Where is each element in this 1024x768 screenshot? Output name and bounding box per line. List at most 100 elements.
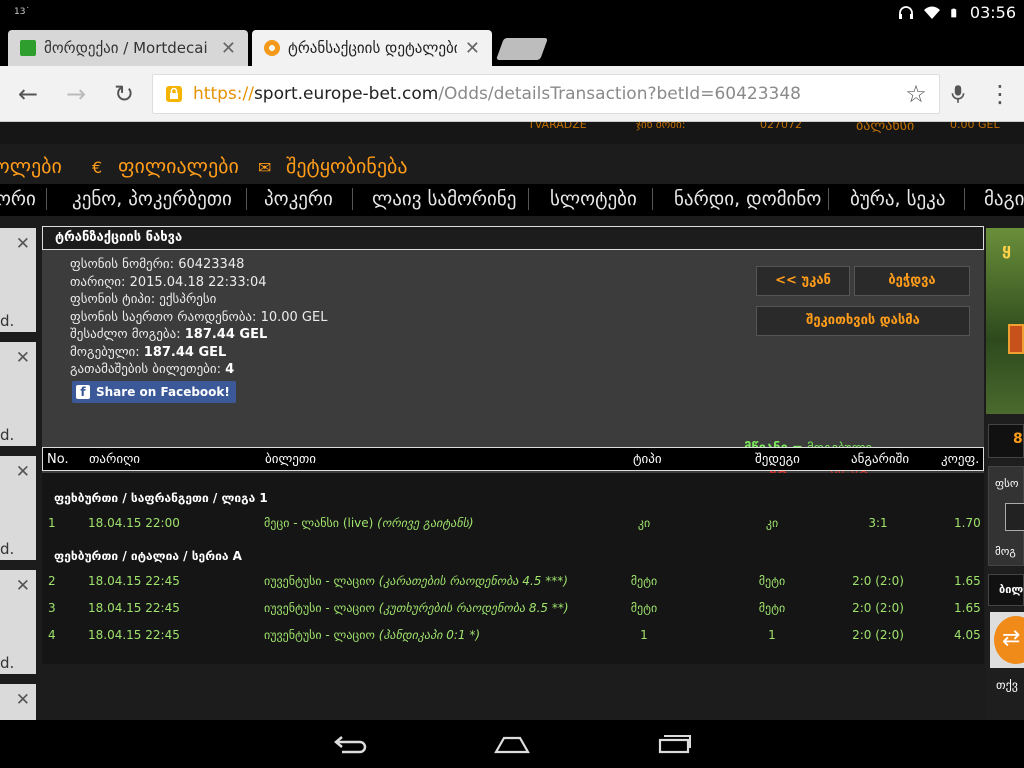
close-icon[interactable]: ✕	[16, 234, 30, 254]
cell-score: 2:0 (2:0)	[852, 628, 904, 642]
reload-icon[interactable]: ↻	[108, 78, 140, 110]
browser-toolbar: ← → ↻ https://sport.europe-bet.com/Odds/…	[0, 66, 1024, 122]
close-icon[interactable]: ✕	[465, 38, 480, 59]
side-button-label: 8	[1013, 431, 1023, 447]
col-header: ტიპი	[633, 452, 662, 467]
close-icon[interactable]: ✕	[16, 576, 30, 596]
new-tab-button[interactable]	[495, 38, 549, 60]
video-favicon-icon	[20, 40, 36, 56]
side-section-label: ბილ	[999, 583, 1024, 596]
banner-shape	[1008, 324, 1024, 354]
match-name: იუვენტუსი - ლაციო	[264, 574, 379, 588]
forward-arrow-icon[interactable]: →	[60, 78, 92, 110]
nav-item-nardi[interactable]: ნარდი, დომინო	[674, 188, 821, 210]
facebook-share-button[interactable]: f Share on Facebook!	[72, 381, 236, 403]
pin-label: ჯინ შომი:	[636, 122, 686, 131]
side-button[interactable]: 8	[988, 424, 1024, 458]
nav-item-live-casino[interactable]: ლაივ სამორინე	[372, 188, 516, 210]
nav-separator	[46, 188, 47, 210]
nav-separator	[652, 188, 653, 210]
status-icons: 03:56	[898, 3, 1016, 22]
browser-tab[interactable]: მორდექაი / Mortdecai (201 ✕	[8, 30, 248, 66]
transaction-panel: ტრანზაქციის ნახვა ფსონის ნომერი: 6042334…	[42, 226, 984, 664]
side-notification: ✕	[0, 684, 36, 720]
menu-item-branches[interactable]: ფილიალები	[118, 154, 239, 178]
info-label: ფსონის საერთო რაოდენობა:	[70, 309, 257, 325]
address-bar[interactable]: https://sport.europe-bet.com/Odds/detail…	[152, 74, 940, 114]
cell-result: მეტი	[758, 574, 786, 588]
side-widget[interactable]: ⇄	[990, 612, 1024, 668]
right-sidebar: ყ 8 ფსო მოგ ბილ ⇄ თქვ	[986, 228, 1024, 720]
nav-item-sport[interactable]: ორი	[0, 188, 36, 210]
microphone-icon[interactable]	[942, 78, 974, 110]
info-label: გათამაშების ბილეთები:	[70, 362, 222, 377]
lock-icon	[166, 86, 182, 102]
back-button[interactable]: << უკან	[756, 266, 850, 296]
info-value: 60423348	[178, 257, 245, 272]
group-title: ფეხბურთი / საფრანგეთი / ლიგა 1	[54, 491, 268, 505]
close-icon[interactable]: ✕	[16, 690, 30, 710]
top-menu: ოლები € ფილიალები ✉ შეტყობინება	[0, 152, 1024, 184]
cell-score: 2:0 (2:0)	[852, 574, 904, 588]
url-text: https://sport.europe-bet.com/Odds/detail…	[193, 84, 801, 104]
close-icon[interactable]: ✕	[16, 462, 30, 482]
euro-icon: €	[92, 158, 103, 177]
nav-item-slots[interactable]: სლოტები	[550, 188, 637, 210]
close-icon[interactable]: ✕	[16, 348, 30, 368]
side-notification: ✕ d.	[0, 342, 36, 450]
side-notification: ✕ d.	[0, 570, 36, 678]
match-name: იუვენტუსი - ლაციო	[264, 628, 379, 642]
panel-title: ტრანზაქციის ნახვა	[42, 226, 984, 250]
cell-type: კი	[637, 516, 651, 530]
nav-item-more[interactable]: მაგი	[984, 188, 1024, 210]
menu-item-rules[interactable]: ოლები	[0, 154, 62, 178]
info-value: 187.44 GEL	[184, 327, 268, 342]
promo-banner[interactable]: ყ	[986, 228, 1024, 414]
info-label: ფსონის ნომერი:	[70, 257, 175, 272]
info-value: 10.00 GEL	[260, 309, 328, 325]
col-header: ბილეთი	[265, 452, 317, 467]
col-header: თარიღი	[89, 452, 141, 467]
clock: 03:56	[969, 3, 1016, 22]
nav-separator	[352, 188, 353, 210]
info-line: მოგებული: 187.44 GEL	[70, 344, 327, 362]
info-label: მოგებული:	[70, 344, 140, 360]
menu-item-messages[interactable]: შეტყობინება	[286, 154, 407, 178]
nav-item-poker[interactable]: პოკერი	[264, 188, 333, 210]
info-line: ფსონის ნომერი: 60423348	[70, 256, 327, 274]
tab-strip: მორდექაი / Mortdecai (201 ✕ ტრანსაქციის …	[0, 26, 1024, 66]
match-name: იუვენტუსი - ლაციო	[264, 601, 379, 615]
cell-odds: 1.70	[954, 516, 981, 530]
nav-separator	[246, 188, 247, 210]
info-value: 187.44 GEL	[143, 344, 227, 360]
side-form-input[interactable]	[1005, 503, 1024, 531]
side-label: თქვ	[996, 678, 1018, 692]
info-label: თარიღი:	[70, 274, 126, 290]
nav-item-keno[interactable]: კენო, პოკერბეთი	[72, 188, 232, 210]
side-notification: ✕ d.	[0, 456, 36, 564]
cell-type: მეტი	[630, 574, 658, 588]
recents-nav-icon[interactable]	[656, 734, 692, 754]
back-nav-icon[interactable]	[332, 734, 368, 754]
close-icon[interactable]: ✕	[221, 38, 236, 59]
back-arrow-icon[interactable]: ←	[12, 78, 44, 110]
browser-tab-active[interactable]: ტრანსაქციის დეტალები ✕	[252, 30, 492, 66]
wifi-icon	[923, 6, 940, 19]
menu-dots-icon[interactable]: ⋮	[984, 78, 1016, 110]
cell-type: 1	[640, 628, 648, 642]
nav-item-bura[interactable]: ბურა, სეკა	[850, 188, 946, 210]
pin-code: 027072	[760, 122, 802, 131]
shuffle-icon: ⇄	[994, 616, 1024, 664]
star-icon[interactable]: ☆	[900, 78, 932, 110]
match-note: (კუთხურების რაოდენობა 8.5 **)	[378, 601, 569, 615]
status-indicator: 13˙	[14, 7, 30, 17]
cell-date: 18.04.15 22:45	[88, 574, 180, 588]
share-label: Share on Facebook!	[96, 385, 230, 399]
ask-question-button[interactable]: შეკითხვის დასმა	[756, 306, 970, 336]
print-button[interactable]: ბეჭდვა	[854, 266, 970, 296]
navigation-bar	[0, 720, 1024, 768]
cell-match: იუვენტუსი - ლაციო (კუთხურების რაოდენობა …	[264, 601, 569, 615]
cell-odds: 1.65	[954, 574, 981, 588]
home-nav-icon[interactable]	[494, 734, 530, 754]
side-form-label: მოგ	[995, 545, 1016, 558]
